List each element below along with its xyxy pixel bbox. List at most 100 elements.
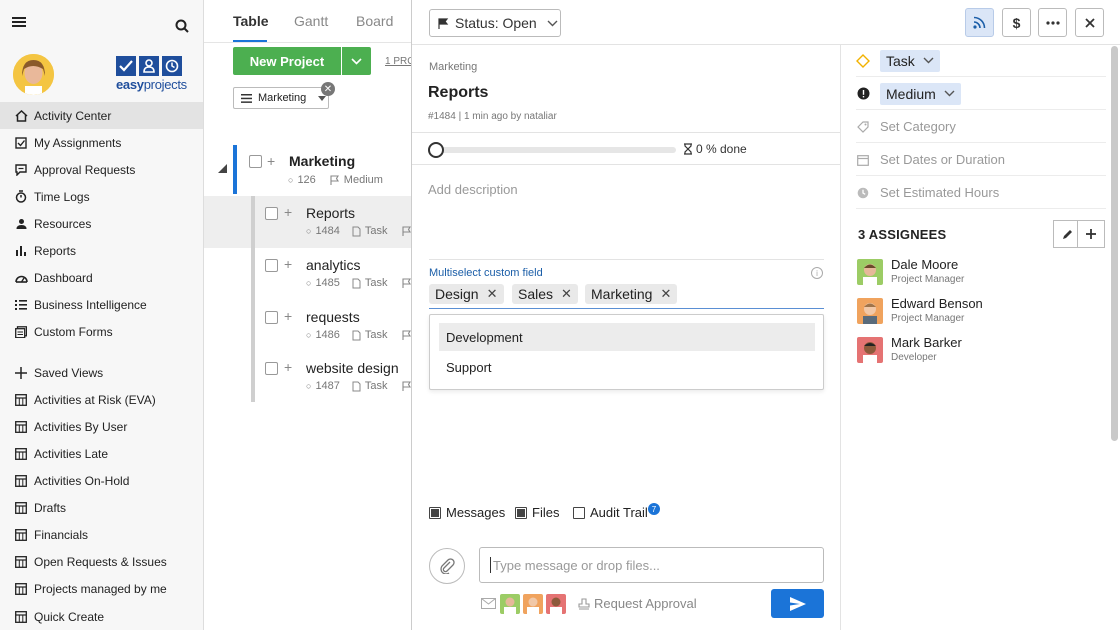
message-input[interactable]: Type message or drop files... (479, 547, 824, 583)
sidebar-item-activities-by-user[interactable]: Activities By User (0, 413, 203, 440)
sidebar-item-label: Projects managed by me (34, 581, 167, 596)
add-subtask-icon[interactable]: + (284, 359, 292, 375)
description-placeholder[interactable]: Add description (428, 182, 518, 197)
email-icon[interactable] (481, 598, 496, 609)
more-options-button[interactable] (1038, 8, 1067, 37)
panel-scrollbar[interactable] (1111, 46, 1118, 441)
sidebar-item-resources[interactable]: Resources (0, 210, 203, 237)
project-title[interactable]: Marketing (289, 153, 355, 169)
caret-down-icon (318, 95, 327, 101)
audit-trail-checkbox[interactable] (573, 506, 585, 519)
messages-checkbox[interactable] (429, 506, 441, 519)
sidebar-item-open-requests[interactable]: Open Requests & Issues (0, 548, 203, 575)
sidebar-item-my-assignments[interactable]: My Assignments (0, 129, 203, 156)
toggle-messages[interactable]: Messages (429, 505, 505, 520)
assignee-item[interactable]: Edward Benson Project Manager (857, 296, 1087, 330)
option-support[interactable]: Support (439, 353, 815, 381)
assignee-item[interactable]: Mark Barker Developer (857, 335, 1087, 369)
close-panel-button[interactable] (1075, 8, 1104, 37)
rss-follow-button[interactable] (965, 8, 994, 37)
sidebar-item-saved-views[interactable]: Saved Views (0, 359, 203, 386)
sidebar-item-activity-center[interactable]: Activity Center (0, 102, 203, 129)
set-hours-row[interactable]: Set Estimated Hours (856, 177, 1106, 209)
custom-field-label: Multiselect custom field (429, 267, 543, 279)
task-title[interactable]: analytics (306, 257, 360, 273)
option-development[interactable]: Development (439, 323, 815, 351)
set-category-row[interactable]: Set Category (856, 111, 1106, 143)
table-icon (14, 610, 28, 624)
progress-slider-track[interactable] (436, 147, 676, 153)
checkbox-icon (14, 136, 28, 150)
remove-tag-icon[interactable]: ✕ (660, 286, 671, 302)
sidebar-item-activities-late[interactable]: Activities Late (0, 440, 203, 467)
type-dropdown[interactable]: Task (880, 49, 940, 72)
new-project-button[interactable]: New Project (233, 47, 341, 75)
remove-tag-icon[interactable]: ✕ (487, 286, 498, 302)
sidebar-item-activities-at-risk[interactable]: Activities at Risk (EVA) (0, 386, 203, 413)
new-project-dropdown-button[interactable] (342, 47, 371, 75)
assignee-avatar-mini[interactable] (523, 594, 543, 614)
task-checkbox[interactable] (265, 207, 278, 220)
task-title[interactable]: website design (306, 360, 399, 376)
user-avatar[interactable] (13, 54, 54, 95)
sidebar-item-dashboard[interactable]: Dashboard (0, 264, 203, 291)
hamburger-menu-icon[interactable] (12, 16, 26, 28)
list-icon (14, 298, 28, 312)
assignee-name: Dale Moore (891, 257, 959, 272)
tab-gantt[interactable]: Gantt (294, 13, 328, 29)
sidebar-item-custom-forms[interactable]: Custom Forms (0, 318, 203, 345)
sidebar-item-time-logs[interactable]: Time Logs (0, 183, 203, 210)
toggle-audit-trail[interactable]: Audit Trail (573, 505, 648, 520)
tab-table[interactable]: Table (233, 13, 269, 29)
progress-readout: 0 % done (683, 142, 747, 156)
sidebar-item-financials[interactable]: Financials (0, 521, 203, 548)
financials-button[interactable]: $ (1002, 8, 1031, 37)
sidebar-item-drafts[interactable]: Drafts (0, 494, 203, 521)
project-checkbox[interactable] (249, 155, 262, 168)
add-subtask-icon[interactable]: + (284, 308, 292, 324)
progress-slider-handle[interactable] (428, 142, 444, 158)
add-subtask-icon[interactable]: + (284, 204, 292, 220)
task-checkbox[interactable] (265, 362, 278, 375)
task-title[interactable]: requests (306, 309, 360, 325)
tab-board[interactable]: Board (356, 13, 393, 29)
filter-chip[interactable]: Marketing (233, 87, 329, 109)
home-icon (14, 109, 28, 123)
table-icon (14, 447, 28, 461)
sidebar-item-label: Drafts (34, 500, 67, 515)
sidebar-item-reports[interactable]: Reports (0, 237, 203, 264)
toggle-files[interactable]: Files (515, 505, 559, 520)
progress-divider-top (412, 132, 840, 133)
task-checkbox[interactable] (265, 311, 278, 324)
files-checkbox[interactable] (515, 506, 527, 519)
remove-tag-icon[interactable]: ✕ (561, 286, 572, 302)
add-subtask-icon[interactable]: + (284, 256, 292, 272)
priority-dropdown[interactable]: Medium (880, 82, 961, 105)
assignee-avatar-mini[interactable] (546, 594, 566, 614)
task-checkbox[interactable] (265, 259, 278, 272)
task-id: 1484 (315, 225, 340, 237)
assignee-item[interactable]: Dale Moore Project Manager (857, 257, 1087, 291)
send-message-button[interactable] (771, 589, 824, 618)
sidebar-item-quick-create[interactable]: Quick Create (0, 603, 203, 630)
task-title[interactable]: Reports (306, 205, 355, 221)
tag-sales: Sales ✕ (512, 284, 578, 304)
sidebar-item-label: Activities By User (34, 419, 128, 434)
assignee-avatar-mini[interactable] (500, 594, 520, 614)
request-approval-button[interactable]: Request Approval (578, 596, 697, 611)
add-assignee-button[interactable] (1077, 220, 1105, 248)
status-dropdown[interactable]: Status: Open (429, 9, 561, 37)
sidebar-item-approval-requests[interactable]: Approval Requests (0, 156, 203, 183)
task-title-heading[interactable]: Reports (428, 84, 488, 102)
set-dates-row[interactable]: Set Dates or Duration (856, 144, 1106, 176)
info-icon[interactable]: i (811, 267, 823, 279)
breadcrumb[interactable]: Marketing (429, 61, 477, 73)
attach-file-button[interactable] (429, 548, 465, 584)
sidebar-item-business-intelligence[interactable]: Business Intelligence (0, 291, 203, 318)
add-subtask-icon[interactable]: + (267, 153, 275, 169)
sidebar-item-activities-on-hold[interactable]: Activities On-Hold (0, 467, 203, 494)
collapse-triangle-icon[interactable] (218, 164, 227, 173)
sidebar-item-projects-managed-by-me[interactable]: Projects managed by me (0, 575, 203, 602)
search-icon[interactable] (175, 19, 189, 33)
clear-filter-icon[interactable]: ✕ (321, 82, 335, 96)
